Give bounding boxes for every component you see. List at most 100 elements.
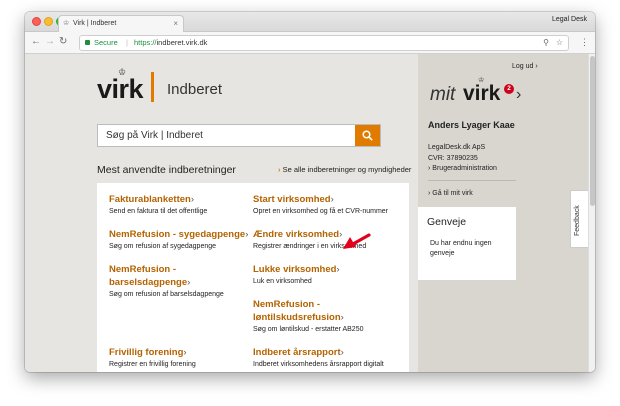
chevron-right-icon: › [340, 347, 344, 358]
browser-tab-bar: ♔ Virk | Indberet × Legal Desk [25, 12, 595, 32]
tab-title: Virk | Indberet [73, 20, 117, 27]
user-admin-link[interactable]: › Brugeradministration [428, 165, 497, 172]
search-input[interactable] [98, 125, 356, 146]
user-admin-label: Brugeradministration [432, 165, 497, 172]
chevron-right-icon: › [190, 194, 194, 205]
mit-text: mit [430, 84, 456, 105]
reports-card: Fakturablanketten› Send en faktura til d… [97, 183, 409, 372]
chevron-right-icon: › [340, 312, 344, 323]
item-title: Ændre virksomhed [253, 229, 340, 240]
chevron-right-icon: › [245, 229, 249, 240]
sidebar: Log ud › mit ♔ virk 2 › Anders Lyager Ka… [418, 54, 588, 372]
see-all-label: Se alle indberetninger og myndigheder [282, 165, 412, 174]
item-title-link[interactable]: Start virksomhed› [253, 193, 388, 206]
chevron-right-icon: › [339, 229, 343, 240]
browser-window: ♔ Virk | Indberet × Legal Desk ← → ↻ Sec… [25, 12, 595, 372]
logout-link[interactable]: Log ud › [512, 63, 538, 70]
reload-icon[interactable]: ↻ [59, 36, 67, 48]
forward-arrow-icon[interactable]: → [45, 36, 55, 48]
url-separator: | [126, 38, 128, 47]
tab-close-icon[interactable]: × [173, 16, 178, 32]
url-host: indberet.virk.dk [156, 38, 208, 47]
list-item[interactable]: Lukke virksomhed› Luk en virksomhed [253, 263, 340, 287]
list-item[interactable]: Indberet årsrapport› Indberet virksomhed… [253, 346, 384, 370]
sidebar-divider [428, 180, 516, 181]
notification-badge[interactable]: 2 [504, 84, 514, 94]
bookmark-star-icon[interactable]: ☆ [556, 36, 563, 50]
item-title-link[interactable]: NemRefusion - barselsdagpenge› [109, 263, 224, 289]
list-item[interactable]: NemRefusion - sygedagpenge› Søg om refus… [109, 228, 248, 252]
virk-text: virk [463, 82, 501, 105]
feedback-label: Feedback [574, 205, 581, 236]
profile-name[interactable]: Legal Desk [552, 16, 587, 23]
item-title-line1: NemRefusion - [253, 299, 321, 310]
user-name: Anders Lyager Kaae [428, 120, 515, 130]
shortcuts-title: Genveje [427, 216, 467, 228]
secure-label: Secure [94, 38, 118, 47]
chevron-right-icon: › [183, 347, 187, 358]
item-description: Send en faktura til det offentlige [109, 208, 208, 215]
red-arrow-annotation-icon [343, 233, 371, 249]
item-description: Opret en virksomhed og få et CVR-nummer [253, 208, 388, 215]
cvr-number: CVR: 37890235 [428, 155, 478, 162]
scrollbar-thumb[interactable] [590, 56, 595, 206]
item-description: Søg om refusion af sygedagpenge [109, 243, 217, 250]
list-item[interactable]: NemRefusion - løntilskudsrefusion› Søg om… [253, 298, 364, 335]
see-all-link[interactable]: › Se alle indberetninger og myndigheder [278, 165, 411, 174]
item-description: Søg om refusion af barselsdagpenge [109, 291, 224, 298]
item-title: Indberet årsrapport [253, 347, 341, 358]
search-icon [362, 130, 373, 141]
logo-subtitle: Indberet [167, 81, 223, 98]
section-title: Mest anvendte indberetninger [97, 164, 236, 176]
item-title-line2: løntilskudsrefusion [253, 312, 341, 323]
company-name: LegalDesk.dk ApS [428, 144, 486, 151]
shortcuts-panel: Genveje Du har endnu ingen genveje [418, 207, 516, 280]
close-window-button[interactable] [32, 17, 41, 26]
item-title-link[interactable]: Indberet årsrapport› [253, 346, 384, 359]
item-title-link[interactable]: Lukke virksomhed› [253, 263, 340, 276]
url-text: https://indberet.virk.dk [134, 36, 207, 50]
list-item[interactable]: NemRefusion - barselsdagpenge› Søg om ref… [109, 263, 224, 300]
goto-mit-virk-link[interactable]: › Gå til mit virk [428, 190, 473, 197]
search-button[interactable] [355, 125, 380, 146]
browser-menu-icon[interactable]: ⋮ [580, 36, 589, 48]
chevron-right-icon: › [516, 86, 522, 103]
chevron-right-icon: › [336, 264, 340, 275]
scrollbar[interactable] [588, 54, 595, 372]
chevron-right-icon: › [535, 63, 538, 70]
url-scheme: https:// [134, 38, 157, 47]
lock-icon [85, 40, 90, 45]
list-item[interactable]: Fakturablanketten› Send en faktura til d… [109, 193, 207, 217]
item-title: Lukke virksomhed [253, 264, 337, 275]
list-item[interactable]: Start virksomhed› Opret en virksomhed og… [253, 193, 388, 217]
chevron-right-icon: › [428, 190, 431, 197]
feedback-tab[interactable]: Feedback [570, 190, 588, 248]
item-title-link[interactable]: Fakturablanketten› [109, 193, 207, 206]
logout-label: Log ud [512, 63, 534, 70]
key-icon[interactable]: ⚲ [543, 36, 549, 50]
item-title-link[interactable]: Frivillig forening› [109, 346, 196, 359]
item-title-line1: NemRefusion - [109, 264, 177, 275]
chevron-right-icon: › [187, 277, 191, 288]
logo-divider [151, 72, 154, 102]
item-title: Fakturablanketten [109, 194, 191, 205]
goto-mit-virk-label: Gå til mit virk [432, 190, 473, 197]
main-column: ♔ virk Indberet Mest anvendte indberetni… [25, 54, 418, 372]
list-item[interactable]: Frivillig forening› Registrer en frivill… [109, 346, 196, 370]
item-title: Frivillig forening [109, 347, 184, 358]
search-box [97, 124, 381, 147]
minimize-window-button[interactable] [44, 17, 53, 26]
back-arrow-icon[interactable]: ← [31, 36, 41, 48]
item-description: Registrer en frivillig forening [109, 361, 196, 368]
shortcuts-empty-text: Du har endnu ingen genveje [430, 240, 492, 257]
item-description: Luk en virksomhed [253, 278, 312, 285]
item-title-link[interactable]: NemRefusion - sygedagpenge› [109, 228, 248, 241]
item-description: Indberet virksomhedens årsrapport digita… [253, 361, 384, 368]
item-title-link[interactable]: NemRefusion - løntilskudsrefusion› [253, 298, 364, 324]
item-title-line2: barselsdagpenge [109, 277, 188, 288]
browser-tab[interactable]: ♔ Virk | Indberet × [58, 15, 184, 32]
address-bar[interactable]: Secure | https://indberet.virk.dk ⚲ ☆ [79, 35, 569, 51]
crown-favicon-icon: ♔ [63, 20, 70, 27]
item-title: NemRefusion - sygedagpenge [109, 229, 246, 240]
item-description: Søg om løntilskud - erstatter AB250 [253, 326, 364, 333]
